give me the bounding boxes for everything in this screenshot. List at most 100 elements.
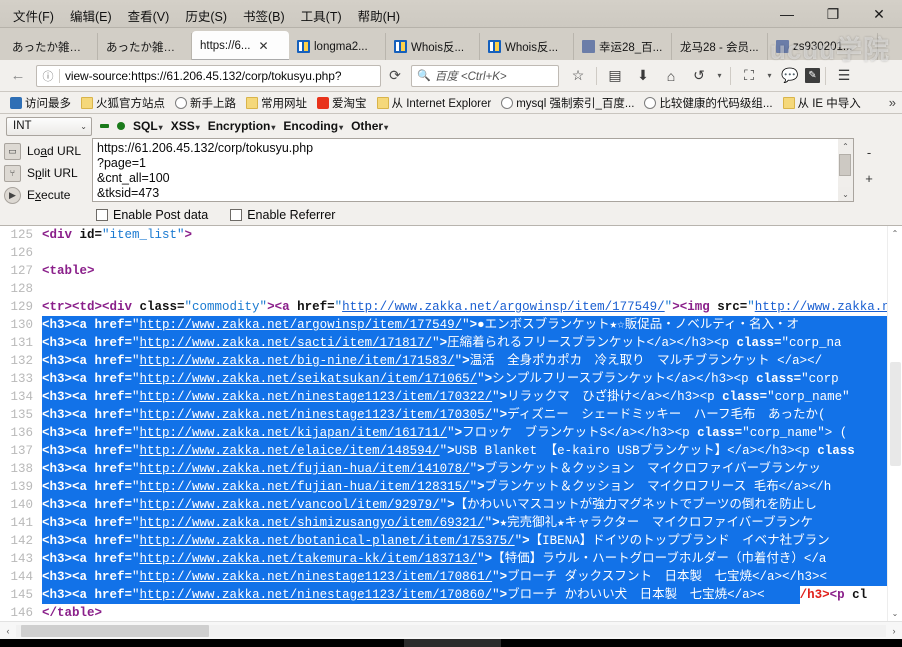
hackbar-url-textarea[interactable]: https://61.206.45.132/corp/tokusyu.php ?… [92,138,854,202]
source-line: 143 <h3><a href="http://www.zakka.net/tak… [0,550,902,568]
code-token: " [132,462,140,476]
tab-3[interactable]: longma2... [289,33,386,60]
menu-view[interactable]: 查看(V) [121,4,177,28]
tab-8[interactable]: zs930201... [768,33,878,60]
code-token: href= [94,354,133,368]
menu-file[interactable]: 文件(F) [6,4,61,28]
zoom-out-button[interactable]: - [862,140,876,166]
code-token: http://www.zakka.net/ninestage1123/item/… [139,390,493,404]
execute-button[interactable]: ▶ Execute [4,184,90,206]
back-arrow-icon[interactable]: ← [4,63,32,89]
scroll-right-icon[interactable]: › [886,626,902,636]
code-token: " [132,336,140,350]
bookmark-7[interactable]: 比较健康的代码级组... [639,95,777,111]
split-url-button[interactable]: ⑂ Split URL [4,162,90,184]
bookmark-8[interactable]: 从 IE 中导入 [778,95,866,111]
load-url-button[interactable]: ▭ Load URL [4,140,90,162]
code-token: http://www.zakka.net/argowinsp/item/1775… [342,300,665,314]
maximize-button[interactable]: ❐ [810,0,856,28]
chat-icon[interactable]: 💬 [777,63,803,89]
line-number: 125 [10,228,33,242]
type-select[interactable]: INT ⌄ [6,116,92,136]
code-token: " [747,300,755,314]
site-info-icon[interactable]: ⓘ [37,68,59,84]
line-number: 127 [10,264,33,278]
caret-icon: ▾ [384,123,389,132]
checkbox-box[interactable] [230,209,243,221]
source-code-view[interactable]: 125 <div id="item_list"> 126 127 <table> 128 1… [0,226,902,621]
bookmark-star-icon[interactable]: ☆ [565,63,591,89]
minimize-button[interactable]: — [764,0,810,28]
menu-sql[interactable]: SQL▾ [133,119,163,133]
bookmark-2[interactable]: 新手上路 [170,95,241,111]
scroll-thumb-horizontal[interactable] [21,624,209,637]
bookmark-1[interactable]: 火狐官方站点 [76,95,170,111]
scroll-thumb-vertical[interactable] [890,362,901,466]
menu-other[interactable]: Other▾ [351,119,388,133]
code-token: href= [94,390,133,404]
tab-4[interactable]: Whois反... [386,33,480,60]
tab-5[interactable]: Whois反... [480,33,574,60]
code-token: " [454,354,463,368]
line-number: 145 [10,588,33,602]
menu-encoding[interactable]: Encoding▾ [283,119,343,133]
tab-0[interactable]: あったか雑貨... [4,33,98,60]
chevron-down-icon-2[interactable]: ▾ [764,63,775,89]
source-horizontal-scrollbar[interactable]: ‹ › [0,621,902,639]
reader-icon[interactable]: ▤ [602,63,628,89]
menu-encryption[interactable]: Encryption▾ [208,119,276,133]
tab-6[interactable]: 幸运28_百... [574,33,672,60]
code-token: "corp_name" [742,426,825,440]
checkbox-box[interactable] [96,209,108,221]
bookmark-4[interactable]: 爱淘宝 [312,95,372,111]
close-button[interactable]: ✕ [856,0,902,28]
source-line-selected: <h3><a href="http://www.zakka.net/elaice… [42,442,902,460]
scroll-left-icon[interactable]: ‹ [0,626,16,636]
bookmark-3[interactable]: 常用网址 [241,95,312,111]
enable-referrer-checkbox[interactable]: Enable Referrer [230,208,335,222]
chevron-down-icon[interactable]: ▾ [714,63,725,89]
menu-icon[interactable]: ☰ [831,63,857,89]
caret-icon: ▾ [158,123,163,132]
code-token: http://www.zakka.net/vancool/item/92979/ [139,498,440,512]
menu-xss[interactable]: XSS▾ [171,119,200,133]
reload-icon[interactable]: ⟳ [381,64,409,88]
tab-7[interactable]: 龙马28 - 会员... [672,33,768,60]
menu-tools[interactable]: 工具(T) [294,4,349,28]
menu-history[interactable]: 历史(S) [178,4,234,28]
source-line: 134 <h3><a href="http://www.zakka.net/nin… [0,388,902,406]
code-token: <h3><a [42,498,95,512]
hackbar-url-scrollbar[interactable]: ⌃ ⌄ [838,138,854,202]
tab-2-active[interactable]: https://6... ✕ [192,31,289,60]
bookmark-5[interactable]: 从 Internet Explorer [372,95,497,111]
tab-1[interactable]: あったか雑貨... [98,33,192,60]
scroll-up-icon[interactable]: ⌃ [888,226,902,241]
edit-icon[interactable]: ✎ [805,68,820,83]
zoom-in-button[interactable]: + [862,166,876,192]
close-icon[interactable]: ✕ [259,39,269,53]
code-token: <h3><a [42,552,95,566]
scroll-thumb[interactable] [839,154,851,176]
menu-bookmarks[interactable]: 书签(B) [236,4,292,28]
scroll-down-icon[interactable]: ⌄ [838,187,853,201]
download-icon[interactable]: ⬇ [630,63,656,89]
menu-edit[interactable]: 编辑(E) [63,4,119,28]
bookmarks-overflow-icon[interactable]: » [889,95,902,110]
search-input[interactable]: 🔍 百度 <Ctrl+K> [411,64,559,87]
menu-bar: 文件(F) 编辑(E) 查看(V) 历史(S) 书签(B) 工具(T) 帮助(H… [6,4,407,28]
enable-post-data-checkbox[interactable]: Enable Post data [96,208,208,222]
favicon-icon [488,40,501,53]
scroll-down-icon[interactable]: ⌄ [888,606,902,621]
scroll-track-horizontal[interactable] [16,624,886,637]
undo-icon[interactable]: ↺ [686,63,712,89]
address-bar[interactable]: ⓘ view-source:https://61.206.45.132/corp… [36,64,381,87]
bookmark-6[interactable]: mysql 强制索引_百度... [496,95,639,111]
scroll-up-icon[interactable]: ⌃ [838,139,853,153]
source-vertical-scrollbar[interactable]: ⌃ ⌄ [887,226,902,621]
menu-help[interactable]: 帮助(H) [351,4,407,28]
line-number: 126 [10,246,33,260]
bookmark-0[interactable]: 访问最多 [5,95,76,111]
screenshot-icon[interactable]: ⛶ [736,63,762,89]
tab-label: Whois反... [411,41,465,54]
home-icon[interactable]: ⌂ [658,63,684,89]
